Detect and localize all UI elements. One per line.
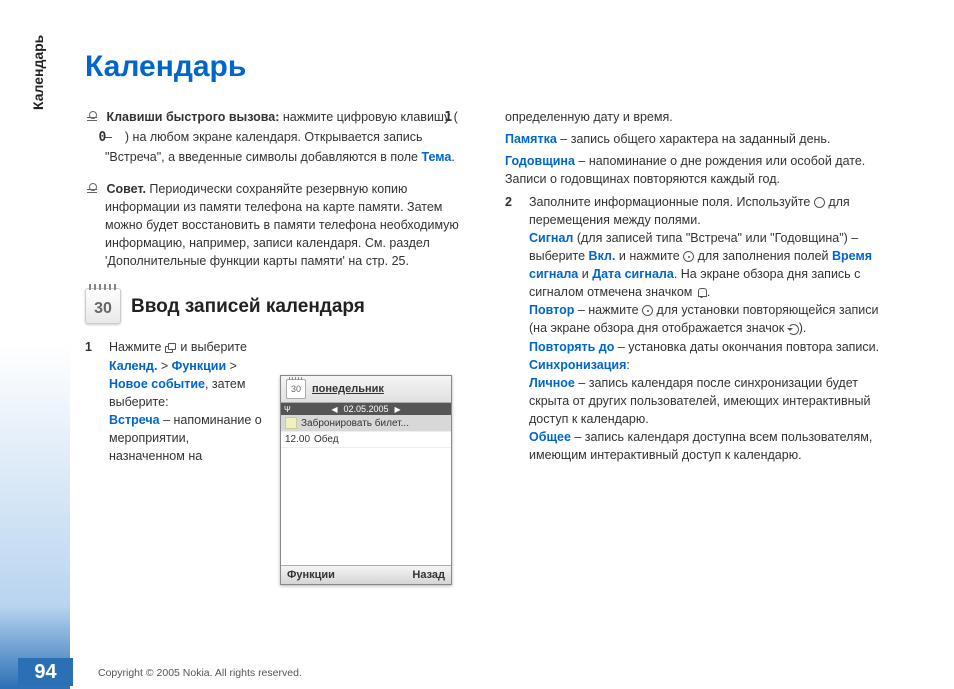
- phone-softkey-right: Назад: [412, 569, 445, 581]
- sync-label: Синхронизация: [529, 358, 626, 372]
- side-section-label: Календарь: [30, 35, 46, 110]
- tip1-text-a: нажмите цифровую клавишу (: [279, 110, 461, 124]
- signal-and: и: [578, 267, 592, 281]
- phone-header: 30 понедельник: [281, 376, 451, 403]
- repeat-until-label: Повторять до: [529, 340, 614, 354]
- gt1: >: [157, 359, 171, 373]
- step2-a: Заполните информационные поля. Используй…: [529, 195, 814, 209]
- line-datetime: определенную дату и время.: [505, 108, 895, 126]
- link-new-event: Новое событие: [109, 377, 205, 391]
- tip1-text-b: ) на любом экране календаря. Открывается…: [105, 130, 423, 164]
- phone-softkey-left: Функции: [287, 569, 335, 581]
- signal-b: и нажмите: [615, 249, 683, 263]
- tip-icon: [85, 183, 99, 197]
- page-title: Календарь: [85, 50, 935, 84]
- phone-screenshot: 30 понедельник Ψ ◀ 02.05.2005 ▶ Забронир…: [280, 375, 452, 585]
- step-1: 1 Нажмите и выберите Календ. > Функции >…: [85, 338, 265, 465]
- tip-advice: Совет. Периодически сохраняйте резервную…: [85, 180, 475, 271]
- note-icon: [285, 417, 297, 429]
- repeat-label: Повтор: [529, 303, 574, 317]
- section-header: 30 Ввод записей календаря: [85, 288, 475, 324]
- phone-day-list: Забронировать билет... 12.00 Обед: [281, 415, 451, 565]
- phone-item2-text: Обед: [314, 434, 339, 445]
- tip-icon: [85, 111, 99, 125]
- calendar-icon-day: 30: [86, 297, 120, 320]
- prev-arrow-icon: ◀: [331, 405, 337, 414]
- tip1-label: Клавиши быстрого вызова:: [106, 110, 279, 124]
- gt2: >: [226, 359, 237, 373]
- memo-label: Памятка: [505, 132, 557, 146]
- tip1-dash: –: [105, 130, 115, 144]
- signal-label: Сигнал: [529, 231, 573, 245]
- copyright: Copyright © 2005 Nokia. All rights reser…: [98, 667, 302, 679]
- link-functions: Функции: [172, 359, 226, 373]
- phone-calendar-icon: 30: [286, 379, 306, 399]
- bell-icon: [696, 287, 707, 298]
- tip1-link-theme: Тема: [422, 150, 452, 164]
- navkey-center-icon: [683, 251, 694, 262]
- signal-on: Вкл.: [589, 249, 616, 263]
- step1-text-a: Нажмите: [109, 340, 165, 354]
- tip2-label: Совет.: [106, 182, 145, 196]
- anniversary-label: Годовщина: [505, 154, 575, 168]
- repeat-icon: [788, 324, 799, 335]
- phone-date: 02.05.2005: [343, 404, 388, 414]
- phone-entry-selected: Забронировать билет...: [281, 415, 451, 432]
- step-1-number: 1: [85, 338, 97, 465]
- phone-day-label: понедельник: [312, 383, 384, 395]
- key-1-icon: 1: [461, 109, 467, 128]
- sync-colon: :: [626, 358, 629, 372]
- signal-strength-icon: Ψ: [284, 405, 291, 414]
- navkey-center-icon: [642, 305, 653, 316]
- step-2-number: 2: [505, 193, 517, 465]
- phone-item1-text: Забронировать билет...: [301, 418, 409, 429]
- section-title: Ввод записей календаря: [131, 293, 365, 321]
- private-text: – запись календаря после синхронизации б…: [529, 376, 870, 426]
- calendar-icon: 30: [85, 288, 121, 324]
- meeting-label: Встреча: [109, 413, 160, 427]
- tip1-text-c: .: [451, 150, 454, 164]
- tip-shortcut: Клавиши быстрого вызова: нажмите цифрову…: [85, 108, 475, 166]
- signal-date-link: Дата сигнала: [592, 267, 674, 281]
- menu-key-icon: [165, 343, 177, 354]
- right-column: определенную дату и время. Памятка – зап…: [505, 108, 895, 473]
- repeat-c: ).: [799, 321, 807, 335]
- page-content: Календарь Клавиши быстрого вызова: нажми…: [85, 50, 935, 650]
- step1-text-b: и выберите: [180, 340, 247, 354]
- next-arrow-icon: ▶: [395, 405, 401, 414]
- phone-item2-time: 12.00: [285, 434, 310, 445]
- tip2-text: Периодически сохраняйте резервную копию …: [105, 182, 459, 269]
- step-2: 2 Заполните информационные поля. Использ…: [505, 193, 895, 465]
- public-label: Общее: [529, 430, 571, 444]
- private-label: Личное: [529, 376, 575, 390]
- navkey-icon: [814, 197, 825, 208]
- link-calendar: Календ.: [109, 359, 157, 373]
- page-number: 94: [18, 658, 73, 686]
- signal-c: для заполнения полей: [694, 249, 832, 263]
- repeat-a: – нажмите: [574, 303, 642, 317]
- repeat-until-text: – установка даты окончания повтора запис…: [614, 340, 879, 354]
- phone-entry: 12.00 Обед: [281, 432, 451, 448]
- phone-date-bar: Ψ ◀ 02.05.2005 ▶: [281, 403, 451, 415]
- signal-e: .: [707, 285, 710, 299]
- phone-softkeys: Функции Назад: [281, 565, 451, 584]
- memo-text: – запись общего характера на заданный де…: [557, 132, 831, 146]
- public-text: – запись календаря доступна всем пользов…: [529, 430, 872, 462]
